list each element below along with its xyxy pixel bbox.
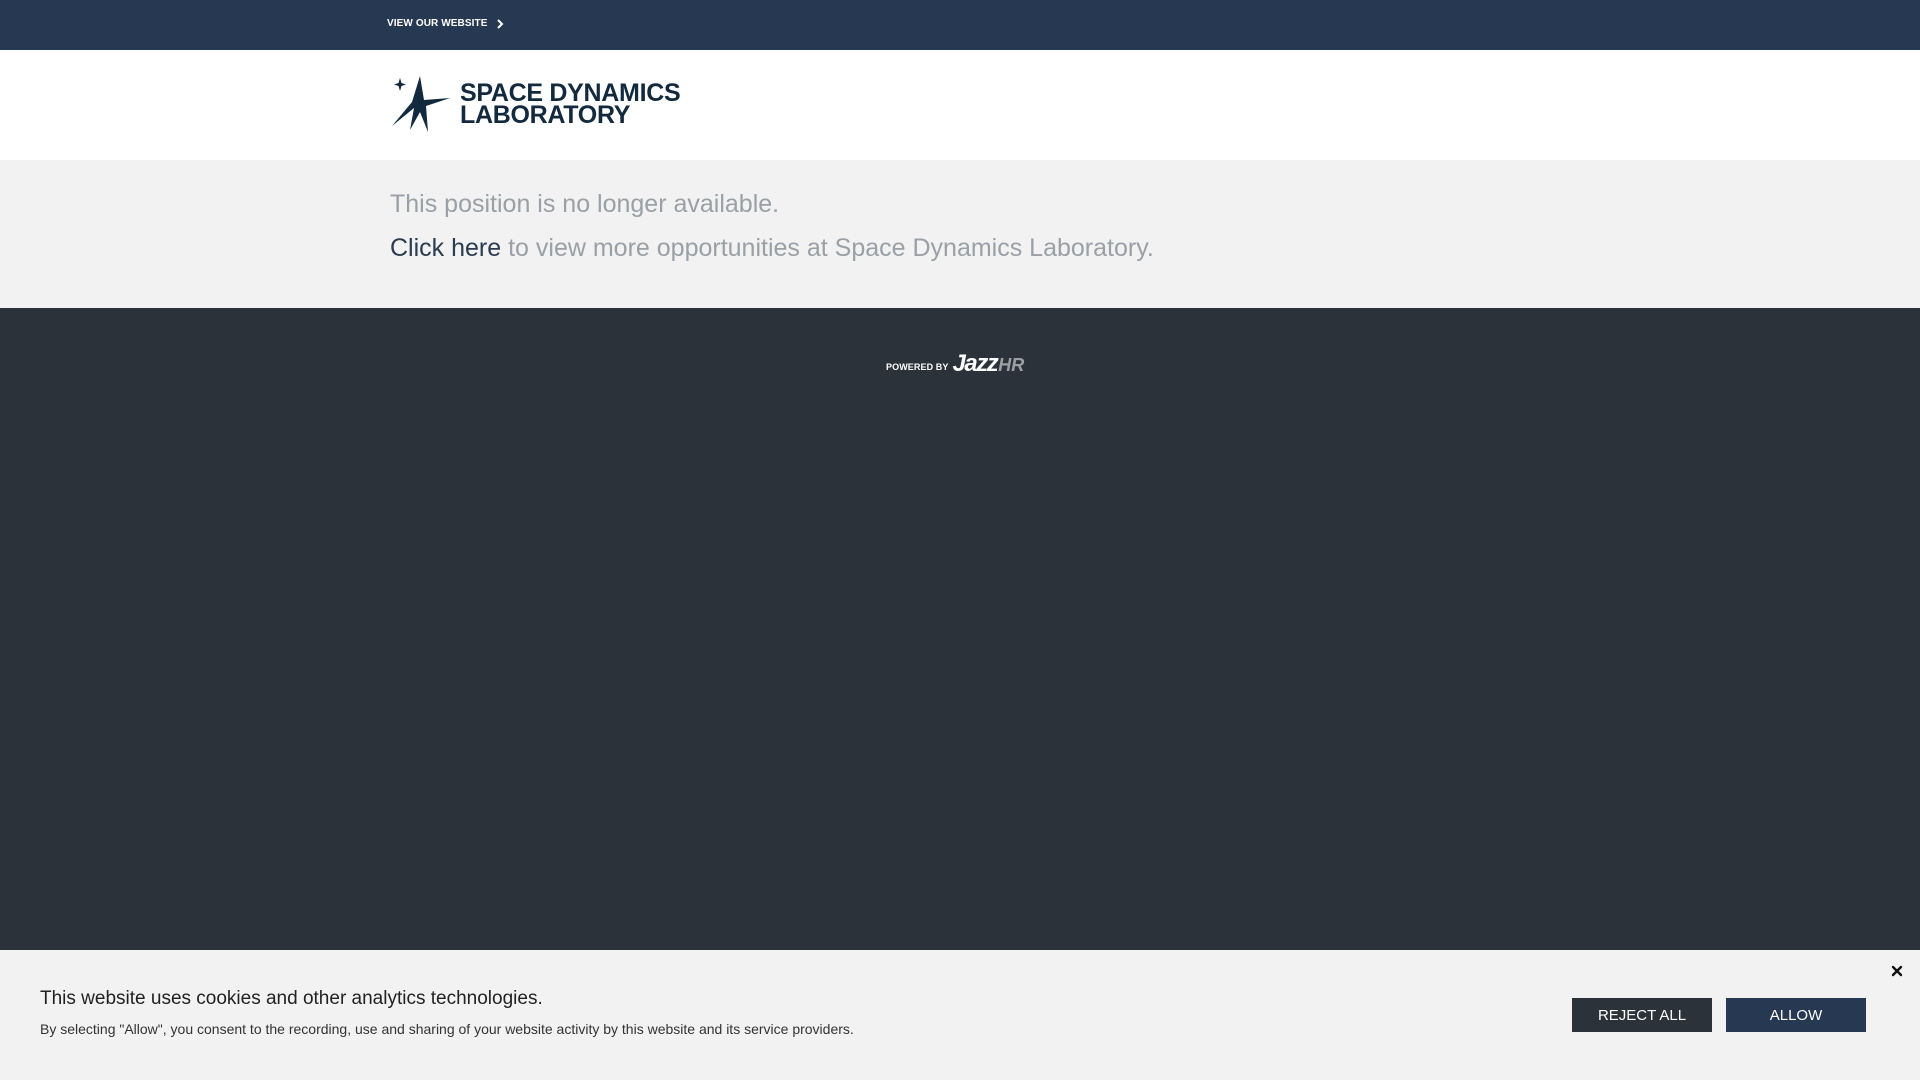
view-website-link[interactable]: VIEW OUR WEBSITE [387,18,504,29]
cookie-banner: This website uses cookies and other anal… [0,950,1920,1080]
cookie-description: By selecting "Allow", you consent to the… [40,1021,854,1037]
top-bar: VIEW OUR WEBSITE [0,0,1920,50]
site-header: SPACE DYNAMICS LABORATORY [0,50,1920,160]
more-opportunities-text: Click here to view more opportunities at… [390,234,1154,263]
click-here-link[interactable]: Click here [390,234,501,262]
message-band: This position is no longer available. Cl… [0,160,1920,308]
cookie-title: This website uses cookies and other anal… [40,988,543,1009]
allow-button[interactable]: ALLOW [1726,998,1866,1032]
close-icon[interactable] [1888,962,1906,980]
logo-line-2: LABORATORY [460,101,631,129]
chevron-right-icon [496,18,503,29]
logo-wordmark: SPACE DYNAMICS LABORATORY [460,81,681,129]
view-website-label: VIEW OUR WEBSITE [387,18,488,29]
powered-by-label: POWERED BY [886,362,949,372]
company-logo[interactable]: SPACE DYNAMICS LABORATORY [390,74,681,134]
jazz-logo-text: Jazz [952,350,999,377]
more-opportunities-rest: to view more opportunities at Space Dyna… [501,234,1154,262]
position-unavailable-text: This position is no longer available. [390,190,780,218]
powered-by-jazzhr[interactable]: POWERED BY Jazz HR [886,350,1024,378]
star-rocket-logo-icon [392,76,450,132]
hr-logo-text: HR [998,355,1025,375]
reject-all-button[interactable]: REJECT ALL [1572,998,1712,1032]
